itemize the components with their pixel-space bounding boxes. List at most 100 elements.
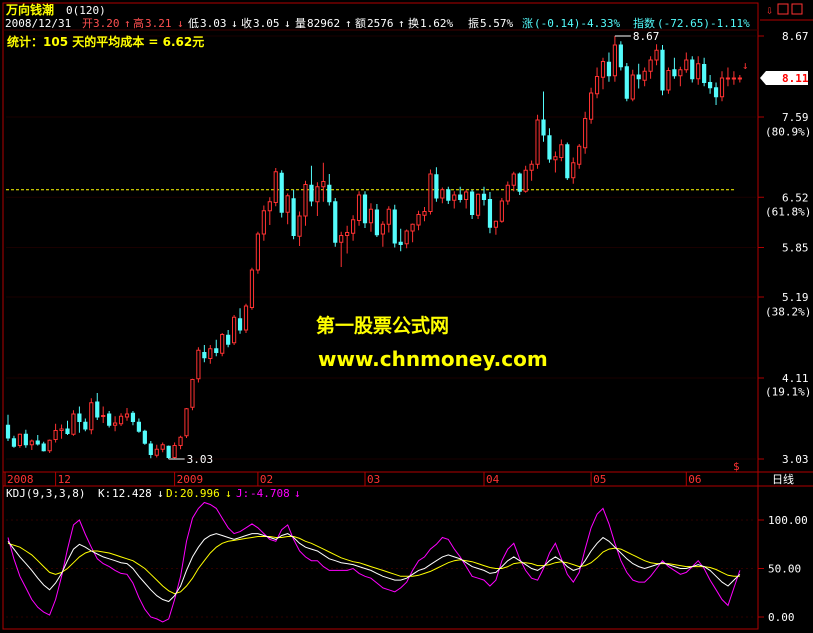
volume-label: 量 [295, 17, 306, 30]
down-candle [713, 82, 719, 105]
up-candle [630, 69, 635, 102]
stock-code: 0(120) [66, 4, 106, 17]
candle-body [23, 433, 28, 446]
candle-body [273, 171, 278, 203]
candle-body [65, 428, 70, 434]
down-candle [107, 411, 112, 428]
kdj-d-line [7, 536, 740, 595]
price-axis-label: 3.03 [782, 453, 809, 466]
high-annotation-label: 8.67 [633, 30, 660, 43]
up-candle [255, 231, 260, 274]
down-candle [458, 186, 463, 203]
down-candle [23, 429, 28, 448]
open-label: 开 [82, 17, 93, 30]
down-candle [35, 435, 40, 446]
low-annotation-label: 3.03 [187, 453, 214, 466]
down-candle [202, 345, 207, 363]
candle-body [345, 232, 350, 236]
candle-body [660, 49, 665, 91]
down-candle [392, 204, 397, 248]
candle-body [41, 443, 46, 452]
candle-body [583, 118, 588, 149]
down-arrow-icon: ↓ [177, 17, 184, 30]
candle-body [719, 77, 725, 98]
candle-body [517, 173, 522, 192]
up-candle [737, 75, 742, 83]
period-label: 日线 [772, 472, 794, 486]
maximize-window-icon[interactable] [791, 3, 803, 15]
up-candle [368, 203, 374, 232]
up-candle [684, 52, 689, 73]
down-arrow-icon: ↓ [157, 487, 164, 500]
candle-body [713, 87, 719, 98]
candle-body [53, 430, 58, 440]
time-axis-label: 04 [486, 473, 500, 486]
down-candle [65, 420, 70, 435]
kdj-d-value: 20.996 [180, 487, 220, 500]
candle-body [702, 64, 707, 83]
candle-body [553, 156, 558, 161]
amount-label: 额 [355, 17, 366, 30]
up-candle [600, 57, 606, 90]
down-candle [565, 142, 570, 180]
up-candle [577, 144, 582, 169]
candle-body [398, 241, 403, 245]
high-value: 3.21 [145, 17, 172, 30]
candle-body [89, 402, 94, 431]
time-axis-label: 2008 [7, 473, 34, 486]
average-cost-stats: 统计：105 天的平均成本 = 6.62元 [7, 34, 204, 49]
candle-body [648, 59, 653, 72]
down-candle [130, 411, 136, 426]
up-candle [725, 67, 731, 87]
up-candle [654, 44, 659, 66]
candle-body [249, 269, 255, 308]
up-candle [511, 171, 516, 192]
candle-body [267, 201, 272, 212]
drag-handle-icon[interactable]: ⇩ [766, 3, 773, 17]
candle-body [672, 69, 677, 77]
down-arrow-icon: ↓ [742, 59, 749, 72]
up-candle [493, 220, 498, 235]
down-candle [237, 308, 243, 334]
index-label: 指数 [633, 16, 655, 30]
kdj-j-label: J: [236, 487, 249, 500]
up-candle [267, 197, 272, 225]
down-candle [41, 441, 46, 452]
kdj-header: KDJ(9,3,3,8) K: 12.428 ↓ D: 20.996 ↓ J: … [6, 487, 301, 500]
candle-body [458, 194, 463, 200]
up-candle [273, 168, 278, 207]
candle-body [523, 169, 528, 192]
candle-body [130, 412, 136, 422]
candle-body [124, 413, 130, 418]
candle-body [95, 401, 100, 418]
up-candle [232, 315, 237, 345]
candle-body [255, 233, 260, 271]
restore-window-icon[interactable] [777, 3, 789, 15]
kdj-axis-labels: 100.00 50.00 0.00 [768, 514, 808, 624]
candle-body [351, 219, 356, 234]
kdj-name: KDJ(9,3,3,8) [6, 487, 85, 500]
up-candle [583, 111, 588, 154]
up-candle [47, 439, 52, 453]
down-candle [83, 418, 88, 432]
candle-body [618, 44, 623, 68]
candle-body [612, 44, 617, 77]
fibonacci-percent-label: (38.2%) [765, 305, 811, 318]
time-axis-label: 02 [260, 473, 273, 486]
down-arrow-icon: ↓ [225, 487, 232, 500]
window-controls: ⇩ [760, 3, 813, 21]
candle-body [368, 208, 374, 224]
candle-body [594, 76, 600, 95]
candle-body [422, 211, 427, 216]
time-axis-label: 12 [58, 473, 71, 486]
time-axis-label: 05 [593, 473, 606, 486]
candle-body [481, 193, 487, 200]
candle-body [83, 421, 88, 430]
down-candle [708, 75, 713, 94]
candle-body [505, 184, 510, 202]
candle-body [154, 448, 159, 456]
down-arrow-icon: ↓ [231, 17, 238, 30]
candle-body [434, 174, 439, 199]
candle-body [654, 49, 659, 61]
fibonacci-percent-label: (19.1%) [765, 386, 811, 399]
